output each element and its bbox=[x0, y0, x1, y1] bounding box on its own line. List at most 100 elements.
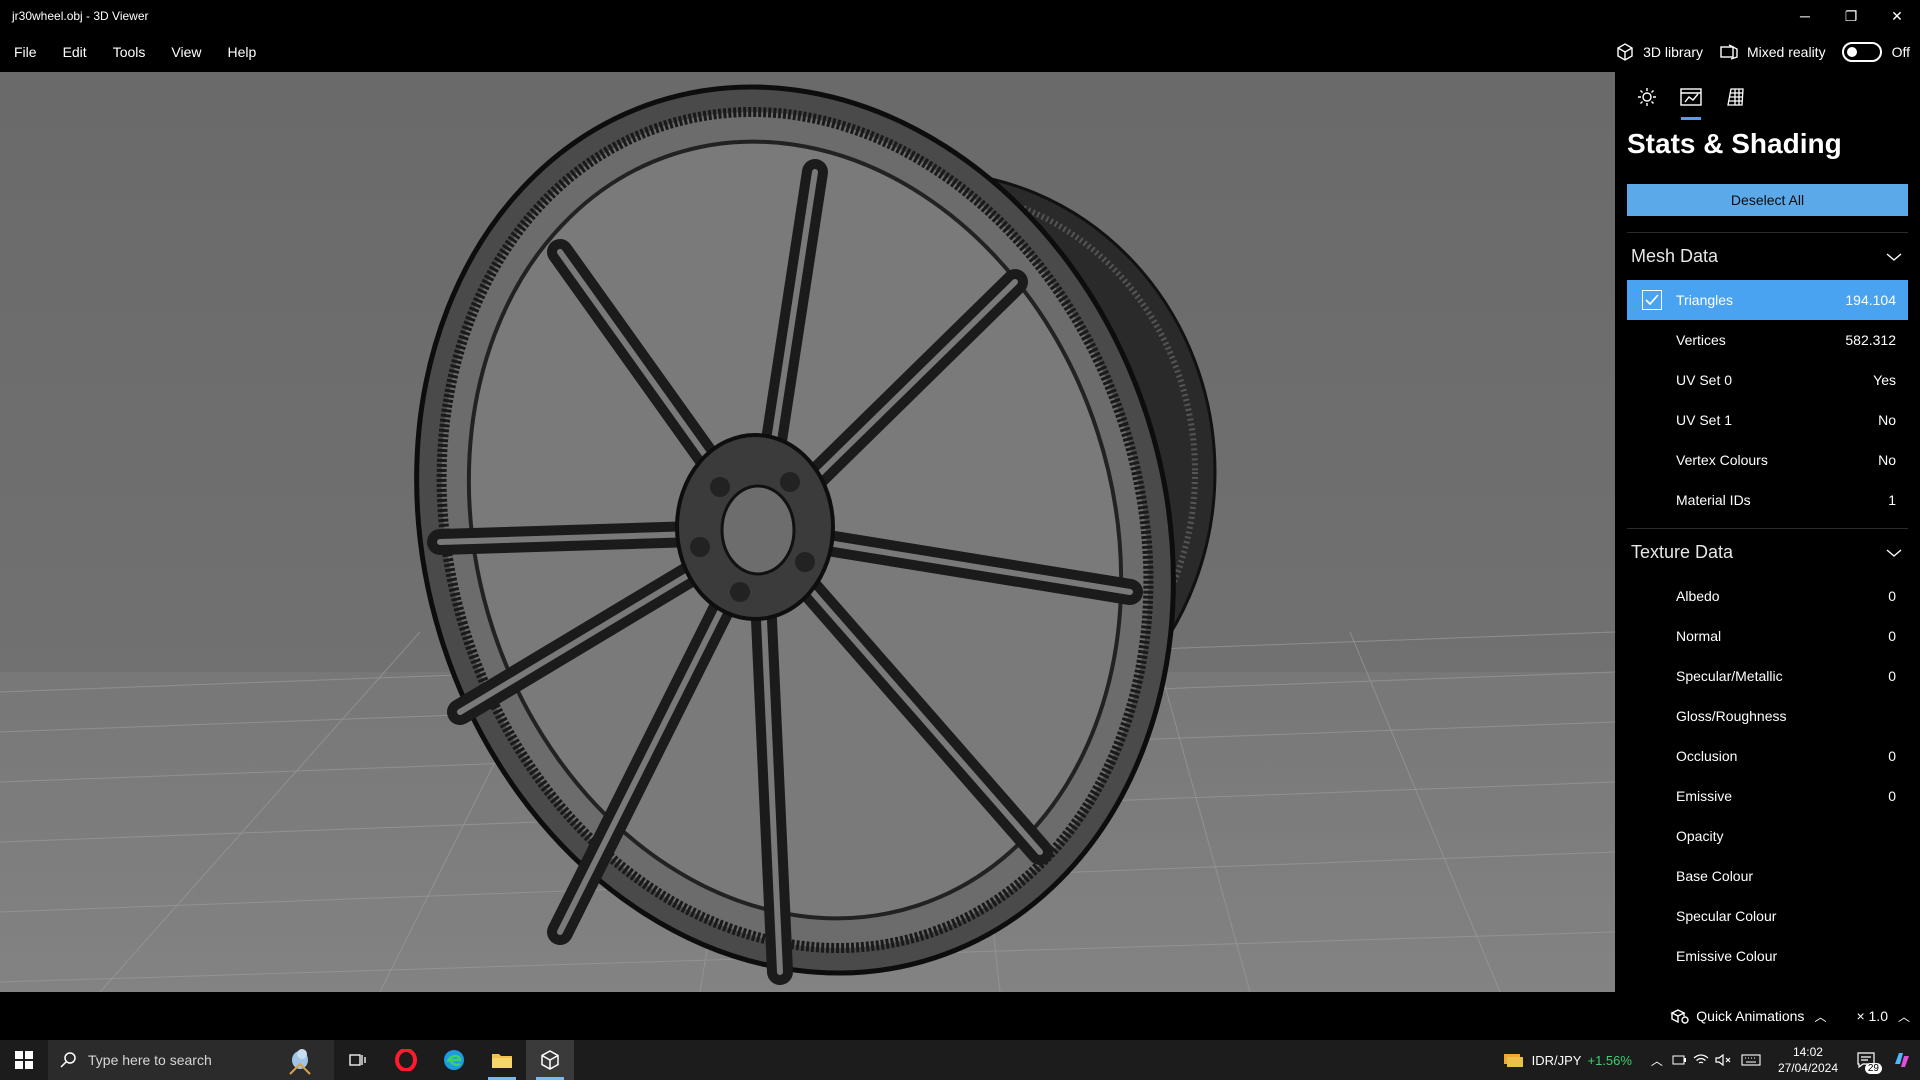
notification-center-button[interactable]: 29 bbox=[1848, 1052, 1884, 1074]
task-view-button[interactable] bbox=[334, 1040, 382, 1080]
system-clock[interactable]: 14:02 27/04/2024 bbox=[1778, 1044, 1838, 1076]
tab-stats[interactable] bbox=[1669, 72, 1713, 122]
row-label: Vertex Colours bbox=[1676, 452, 1768, 468]
cube-icon bbox=[541, 1050, 559, 1070]
menu-tools[interactable]: Tools bbox=[100, 44, 159, 60]
row-value: 0 bbox=[1888, 588, 1896, 604]
menu-view[interactable]: View bbox=[158, 44, 214, 60]
ticker-symbol: IDR/JPY bbox=[1531, 1052, 1582, 1068]
texture-row-opacity[interactable]: Opacity bbox=[1627, 816, 1908, 856]
row-value: 194.104 bbox=[1845, 292, 1896, 308]
row-value: 0 bbox=[1888, 628, 1896, 644]
texture-data-header[interactable]: Texture Data bbox=[1627, 528, 1908, 576]
row-value: 582.312 bbox=[1845, 332, 1896, 348]
keyboard-icon[interactable] bbox=[1734, 1054, 1768, 1066]
3d-viewport[interactable] bbox=[0, 72, 1615, 992]
stock-ticker-widget[interactable]: IDR/JPY +1.56% bbox=[1502, 1050, 1632, 1070]
mesh-row-vertices[interactable]: Vertices 582.312 bbox=[1627, 320, 1908, 360]
edge-button[interactable] bbox=[430, 1040, 478, 1080]
check-icon bbox=[1644, 294, 1659, 306]
system-tray: IDR/JPY +1.56% ︿ 14:02 27/04/2024 29 bbox=[1502, 1040, 1920, 1080]
volume-muted-icon[interactable] bbox=[1712, 1054, 1734, 1066]
mesh-row-triangles[interactable]: Triangles 194.104 bbox=[1627, 280, 1908, 320]
texture-row-normal[interactable]: Normal 0 bbox=[1627, 616, 1908, 656]
copilot-icon bbox=[1895, 1053, 1909, 1067]
row-value: 1 bbox=[1888, 492, 1896, 508]
stats-icon bbox=[1680, 88, 1702, 106]
battery-icon[interactable] bbox=[1668, 1055, 1690, 1065]
copilot-button[interactable] bbox=[1884, 1050, 1920, 1070]
cube-icon bbox=[1617, 43, 1633, 61]
row-label: Normal bbox=[1676, 628, 1722, 644]
quick-animations-button[interactable]: Quick Animations ︿ bbox=[1670, 1008, 1856, 1025]
row-label: Gloss/Roughness bbox=[1676, 708, 1787, 724]
texture-row-specular-colour[interactable]: Specular Colour bbox=[1627, 896, 1908, 936]
folder-icon bbox=[492, 1054, 512, 1068]
mesh-data-header[interactable]: Mesh Data bbox=[1627, 232, 1908, 280]
window-title: jr30wheel.obj - 3D Viewer bbox=[12, 9, 149, 23]
mixed-reality-label: Mixed reality bbox=[1746, 44, 1826, 60]
mixed-reality-toggle[interactable] bbox=[1841, 42, 1882, 62]
tab-lighting[interactable] bbox=[1625, 72, 1669, 122]
edge-icon bbox=[444, 1050, 464, 1070]
chevron-up-icon[interactable]: ︿ bbox=[1646, 1052, 1668, 1069]
task-view-icon bbox=[349, 1054, 366, 1066]
taskbar: Type here to search IDR/JPY +1.56% ︿ 14:… bbox=[0, 1040, 1920, 1080]
texture-row-specular-metallic[interactable]: Specular/Metallic 0 bbox=[1627, 656, 1908, 696]
menu-edit[interactable]: Edit bbox=[50, 44, 100, 60]
row-value: No bbox=[1878, 412, 1896, 428]
row-label: Emissive bbox=[1676, 788, 1733, 804]
file-explorer-button[interactable] bbox=[478, 1040, 526, 1080]
row-value: 0 bbox=[1888, 788, 1896, 804]
opera-button[interactable] bbox=[382, 1040, 430, 1080]
chevron-up-icon: ︿ bbox=[1897, 1009, 1910, 1024]
mesh-row-material-ids[interactable]: Material IDs 1 bbox=[1627, 480, 1908, 520]
deselect-all-button[interactable]: Deselect All bbox=[1627, 184, 1908, 216]
mesh-row-vertex-colours[interactable]: Vertex Colours No bbox=[1627, 440, 1908, 480]
taskbar-search[interactable]: Type here to search bbox=[48, 1040, 334, 1080]
search-placeholder: Type here to search bbox=[88, 1052, 212, 1068]
mesh-row-uv-set-0[interactable]: UV Set 0 Yes bbox=[1627, 360, 1908, 400]
chevron-down-icon bbox=[1886, 252, 1902, 261]
texture-row-gloss-roughness[interactable]: Gloss/Roughness bbox=[1627, 696, 1908, 736]
animation-speed-label: × 1.0 bbox=[1856, 1008, 1888, 1024]
row-label: Occlusion bbox=[1676, 748, 1738, 764]
row-label: Triangles bbox=[1676, 292, 1734, 308]
chevron-up-icon: ︿ bbox=[1814, 1009, 1827, 1024]
search-icon bbox=[60, 1052, 76, 1068]
tab-grid[interactable] bbox=[1713, 72, 1757, 122]
close-button[interactable]: ✕ bbox=[1874, 0, 1920, 32]
toggle-state-label: Off bbox=[1891, 44, 1910, 60]
texture-row-base-colour[interactable]: Base Colour bbox=[1627, 856, 1908, 896]
menu-bar: File Edit Tools View Help 3D library Mix… bbox=[0, 32, 1920, 72]
wifi-icon[interactable] bbox=[1690, 1054, 1712, 1066]
row-value: 0 bbox=[1888, 668, 1896, 684]
start-button[interactable] bbox=[0, 1040, 48, 1080]
bird-icon bbox=[289, 1049, 311, 1075]
mesh-data-title: Mesh Data bbox=[1631, 246, 1719, 266]
menu-file[interactable]: File bbox=[0, 44, 50, 60]
restore-button[interactable]: ❐ bbox=[1828, 0, 1874, 32]
row-label: Specular/Metallic bbox=[1676, 668, 1783, 684]
row-label: UV Set 1 bbox=[1676, 412, 1733, 428]
sun-icon bbox=[1638, 88, 1656, 106]
currency-icon bbox=[1503, 1054, 1523, 1067]
texture-row-emissive[interactable]: Emissive 0 bbox=[1627, 776, 1908, 816]
texture-row-emissive-colour[interactable]: Emissive Colour bbox=[1627, 936, 1908, 976]
3d-viewer-taskbar-button[interactable] bbox=[526, 1040, 574, 1080]
texture-data-title: Texture Data bbox=[1631, 542, 1734, 562]
3d-library-button[interactable]: 3D library bbox=[1615, 42, 1703, 62]
quick-animations-label: Quick Animations bbox=[1696, 1008, 1805, 1024]
row-label: Albedo bbox=[1676, 588, 1720, 604]
checkbox[interactable] bbox=[1641, 290, 1662, 310]
texture-row-occlusion[interactable]: Occlusion 0 bbox=[1627, 736, 1908, 776]
title-bar: jr30wheel.obj - 3D Viewer ─ ❐ ✕ bbox=[0, 0, 1920, 32]
animation-speed-button[interactable]: × 1.0 ︿ bbox=[1856, 1008, 1910, 1025]
minimize-button[interactable]: ─ bbox=[1782, 0, 1828, 32]
row-value: Yes bbox=[1873, 372, 1896, 388]
mixed-reality-button[interactable]: Mixed reality bbox=[1719, 42, 1826, 62]
menu-help[interactable]: Help bbox=[214, 44, 269, 60]
texture-row-albedo[interactable]: Albedo 0 bbox=[1627, 576, 1908, 616]
row-label: Opacity bbox=[1676, 828, 1724, 844]
mesh-row-uv-set-1[interactable]: UV Set 1 No bbox=[1627, 400, 1908, 440]
